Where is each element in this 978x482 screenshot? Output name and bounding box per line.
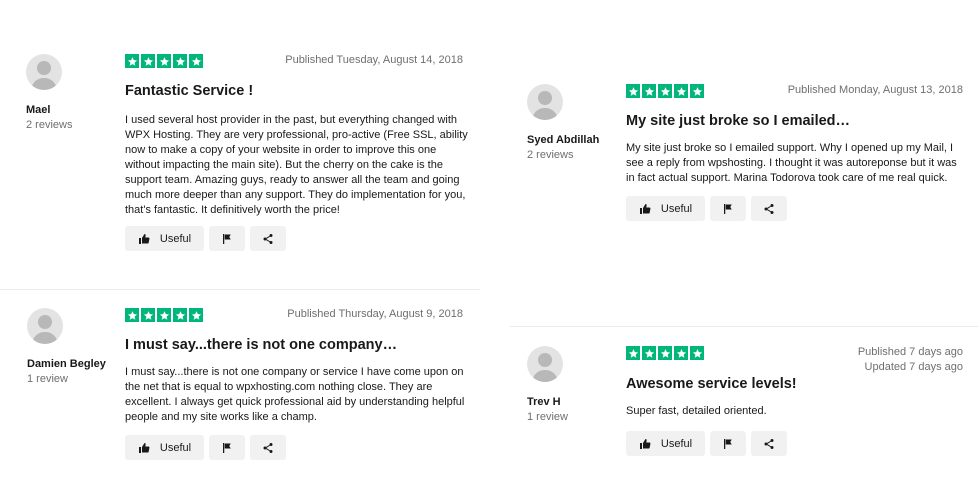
review-date: Published Thursday, August 9, 2018 — [125, 307, 463, 322]
review-actions: Useful — [125, 226, 286, 251]
reviewer-review-count: 2 reviews — [527, 149, 574, 161]
review-card: Mael 2 reviews Published Tuesday, August 1… — [26, 53, 468, 251]
flag-button[interactable] — [209, 226, 245, 251]
review-date: Published 7 days ago Updated 7 days ago — [626, 345, 963, 375]
user-avatar-icon[interactable] — [26, 54, 62, 90]
review-actions: Useful — [125, 435, 286, 460]
flag-button[interactable] — [710, 431, 746, 456]
review-body-line: now to make a copy of your website in or… — [125, 144, 437, 156]
share-icon — [262, 233, 274, 245]
share-icon — [763, 203, 775, 215]
share-button[interactable] — [250, 226, 286, 251]
useful-label: Useful — [660, 202, 693, 215]
useful-button[interactable]: Useful — [125, 435, 204, 460]
review-body-line: people and my site works like a champ. — [125, 411, 317, 423]
review-body-line: WPX Hosting. They are very professional,… — [125, 129, 468, 141]
date-line: Published Monday, August 13, 2018 — [787, 84, 963, 96]
review-body-line: in fact actual support. Marina Todorova … — [626, 172, 948, 184]
reviewer-name[interactable]: Mael — [26, 104, 50, 116]
reviewer-review-count: 2 reviews — [26, 119, 73, 131]
review-actions: Useful — [626, 431, 787, 456]
user-avatar-icon[interactable] — [527, 84, 563, 120]
reviewer-name[interactable]: Trev H — [527, 396, 561, 408]
share-button[interactable] — [751, 196, 787, 221]
flag-icon — [722, 438, 734, 450]
date-line: Published Thursday, August 9, 2018 — [287, 308, 463, 320]
thumbs-up-icon — [138, 442, 150, 454]
review-body-line: I used several host provider in the past… — [125, 114, 458, 126]
review-card: Syed Abdillah 2 reviews Published Monday, … — [527, 84, 963, 221]
user-avatar-icon[interactable] — [527, 346, 563, 382]
divider-left — [0, 289, 480, 290]
review-body: I must say...there is not one company or… — [125, 365, 470, 425]
review-card: Damien Begley 1 review Published Thursday,… — [27, 307, 464, 460]
review-card: Trev H 1 review Published 7 days ago Update… — [527, 346, 963, 456]
flag-button[interactable] — [209, 435, 245, 460]
review-body-line: excellent. I always get quick profession… — [125, 396, 465, 408]
useful-label: Useful — [660, 437, 693, 450]
useful-label: Useful — [159, 232, 192, 245]
review-body-line: much more deeper than any support. They … — [125, 189, 466, 201]
thumbs-up-icon — [639, 438, 651, 450]
divider-right — [510, 326, 978, 327]
thumbs-up-icon — [639, 203, 651, 215]
review-body-line: I must say...there is not one company or… — [125, 366, 464, 378]
date-line: Published Tuesday, August 14, 2018 — [285, 54, 463, 66]
review-body-line: that's fantastic. It definitively worth … — [125, 204, 340, 216]
share-icon — [763, 438, 775, 450]
useful-label: Useful — [159, 441, 192, 454]
flag-icon — [221, 442, 233, 454]
review-body-line: Super fast, detailed oriented. — [626, 405, 767, 417]
review-body-line: My site just broke so I emailed support.… — [626, 142, 954, 154]
review-body-line: support team. Amazing guys, ready to ans… — [125, 174, 460, 186]
share-button[interactable] — [250, 435, 286, 460]
reviewer-review-count: 1 review — [27, 373, 68, 385]
flag-icon — [722, 203, 734, 215]
review-date: Published Monday, August 13, 2018 — [626, 83, 963, 98]
reviewer-name[interactable]: Damien Begley — [27, 358, 106, 370]
review-body: Super fast, detailed oriented. — [626, 404, 971, 419]
share-icon — [262, 442, 274, 454]
thumbs-up-icon — [138, 233, 150, 245]
review-title[interactable]: I must say...there is not one company… — [125, 337, 397, 353]
review-body: My site just broke so I emailed support.… — [626, 141, 971, 186]
review-actions: Useful — [626, 196, 787, 221]
date-line: Updated 7 days ago — [864, 361, 963, 373]
flag-button[interactable] — [710, 196, 746, 221]
useful-button[interactable]: Useful — [626, 431, 705, 456]
share-button[interactable] — [751, 431, 787, 456]
date-line: Published 7 days ago — [857, 346, 963, 358]
flag-icon — [221, 233, 233, 245]
review-body: I used several host provider in the past… — [125, 113, 470, 218]
review-body-line: see a reply from wpshosting. I thought i… — [626, 157, 957, 169]
review-title[interactable]: My site just broke so I emailed… — [626, 113, 850, 129]
reviewer-review-count: 1 review — [527, 411, 568, 423]
useful-button[interactable]: Useful — [626, 196, 705, 221]
review-title[interactable]: Fantastic Service ! — [125, 83, 253, 99]
user-avatar-icon[interactable] — [27, 308, 63, 344]
review-body-line: without impacting the main site). But th… — [125, 159, 443, 171]
review-date: Published Tuesday, August 14, 2018 — [125, 53, 463, 68]
review-title[interactable]: Awesome service levels! — [626, 376, 797, 392]
useful-button[interactable]: Useful — [125, 226, 204, 251]
reviewer-name[interactable]: Syed Abdillah — [527, 134, 599, 146]
review-body-line: the net that is equal to wpxhosting.com … — [125, 381, 433, 393]
